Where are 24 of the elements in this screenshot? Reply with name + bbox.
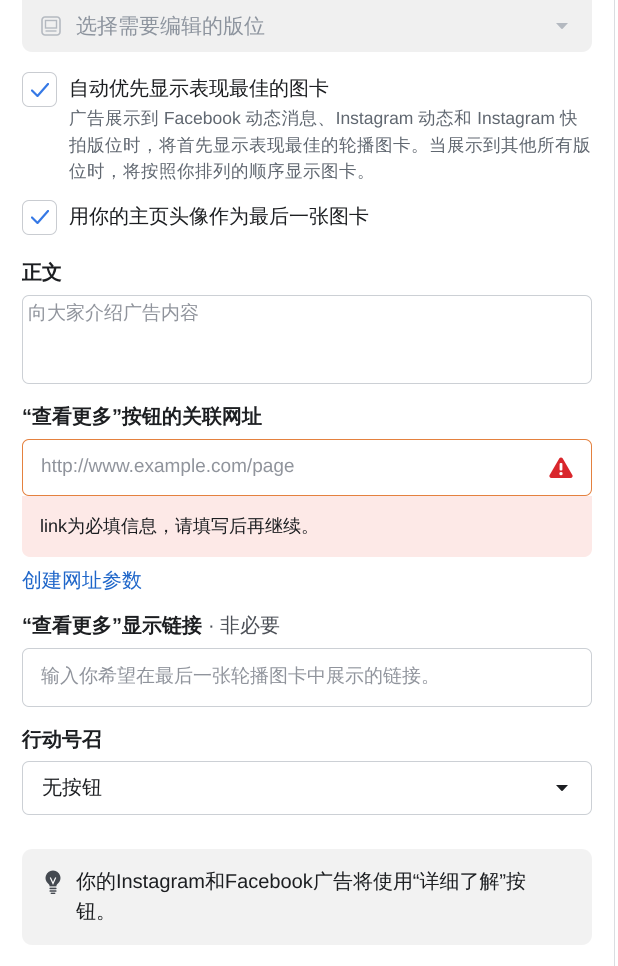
- field-label: “查看更多”按钮的关联网址: [22, 404, 262, 428]
- field-label: “查看更多”显示链接: [22, 614, 202, 638]
- create-url-parameters-link[interactable]: 创建网址参数: [22, 568, 142, 592]
- caret-icon: [555, 784, 569, 792]
- notice-text: 你的Instagram和Facebook广告将使用“详细了解”按钮。: [76, 870, 528, 924]
- error-message: link为必填信息，请填写后再继续。: [22, 496, 592, 556]
- caret-icon: [555, 22, 569, 30]
- check-icon: [30, 210, 48, 224]
- option-label: 用你的主页头像作为最后一张图卡: [69, 204, 370, 230]
- option-description: 广告展示到 Facebook 动态消息、Instagram 动态和 Instagram 快拍版位时，将首先显示表现最佳的轮播图卡。当展示到其他所有版位时，将按照你排列的顺序显示图卡。: [69, 107, 592, 183]
- warning-icon: [549, 456, 573, 478]
- monitor-icon: [41, 16, 61, 36]
- optional-tag: · 非必要: [208, 614, 280, 638]
- body-text-area[interactable]: 向大家介绍广告内容: [22, 294, 592, 384]
- field-label: 正文: [22, 260, 62, 284]
- checkbox[interactable]: [22, 72, 57, 107]
- checkbox[interactable]: [22, 200, 57, 234]
- option-label: 自动优先显示表现最佳的图卡: [69, 77, 330, 102]
- input-field[interactable]: http://www.example.com/page: [22, 438, 592, 496]
- input-field[interactable]: 输入你希望在最后一张轮播图卡中展示的链接。: [22, 648, 592, 706]
- field-label: 行动号召: [22, 728, 102, 752]
- call-to-action-select[interactable]: 无按钮: [22, 760, 592, 814]
- check-icon: [30, 82, 48, 96]
- lightbulb-icon: [45, 870, 61, 894]
